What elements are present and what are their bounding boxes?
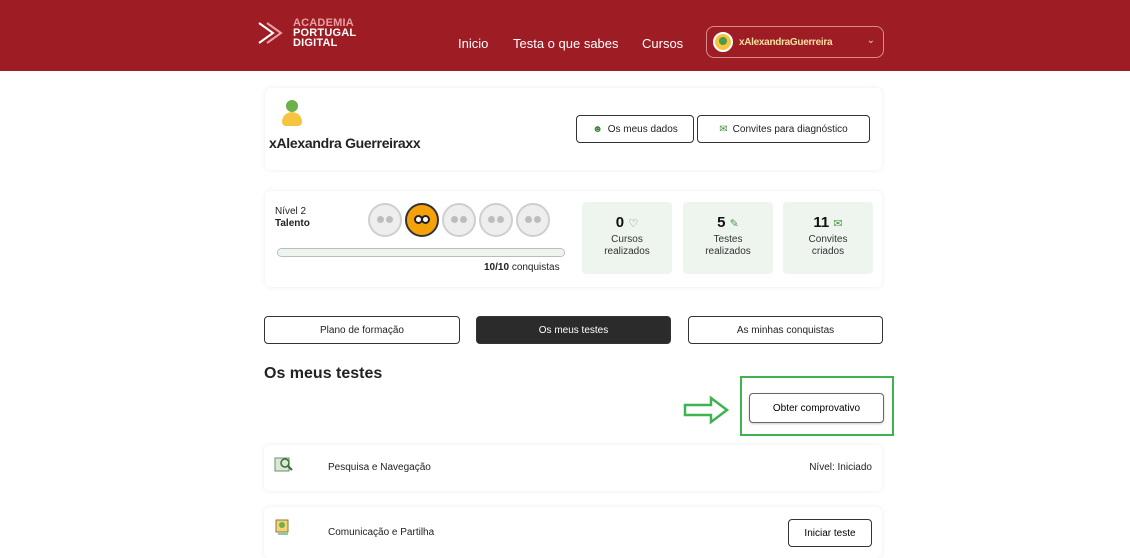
envelope-icon: ✉ [833,218,843,230]
test-name-pesquisa: Pesquisa e Navegação [328,462,431,473]
progress-fill [278,249,564,256]
nav-cursos[interactable]: Cursos [642,36,683,51]
face-level-2-icon [405,203,439,237]
stat-tests-value: 5 [717,214,726,231]
profile-avatar-icon [281,100,303,126]
tab-as-minhas-conquistas[interactable]: As minhas conquistas [688,316,883,344]
nav-testa-o-que-sabes[interactable]: Testa o que sabes [513,36,619,51]
user-avatar-icon [713,32,733,52]
stat-invites-label-1: Convites [808,234,848,245]
search-map-icon [274,457,293,472]
achievements-progress-bar [277,248,565,257]
logo-line-3: DIGITAL [293,37,338,49]
level-info: Nível 2 Talento [275,206,310,230]
test-row-comunicacao: Comunicação e Partilha Iniciar teste [264,507,882,558]
nav-inicio[interactable]: Inicio [458,36,488,51]
tab-plano-de-formacao[interactable]: Plano de formação [264,316,460,344]
achievements-count-label: conquistas [511,262,560,273]
communication-icon [275,519,289,535]
level-number: Nível 2 [275,206,307,217]
envelope-icon: ✉ [719,123,728,135]
logo-chevron-icon [258,22,283,44]
tab-os-meus-testes[interactable]: Os meus testes [476,316,671,344]
face-level-5-icon [516,203,550,237]
achievements-count: 10/10 conquistas [484,262,560,273]
profile-card: xAlexandra Guerreiraxx ☻ Os meus dados ✉… [265,88,882,170]
logo-text: ACADEMIA PORTUGAL DIGITAL [293,18,356,49]
user-menu-button[interactable]: xAlexandraGuerreira ⌄ [706,26,884,58]
pencil-icon: ✎ [729,218,739,230]
stat-courses-value: 0 [615,214,625,231]
graduation-cap-icon: ♡ [628,218,639,230]
diagnostic-invites-button[interactable]: ✉ Convites para diagnóstico [697,115,870,143]
user-name: xAlexandraGuerreira [739,36,833,48]
level-title: Talento [275,218,310,229]
test-status-pesquisa: Nível: Iniciado [809,462,872,473]
stat-invites: 11 ✉ Convites criados [783,202,873,274]
section-title: Os meus testes [264,365,383,382]
face-level-4-icon [479,203,513,237]
stat-courses-label-2: realizados [604,246,650,257]
test-row-pesquisa[interactable]: Pesquisa e Navegação Nível: Iniciado [264,445,882,491]
stat-courses: 0 ♡ Cursos realizados [582,202,672,274]
level-faces [368,203,550,237]
users-icon: ☻ [592,123,603,135]
test-name-comunicacao: Comunicação e Partilha [328,527,435,538]
stats-card: Nível 2 Talento 10/10 conquistas 0 ♡ Cur… [265,191,882,287]
start-test-button[interactable]: Iniciar teste [788,519,872,547]
stat-tests: 5 ✎ Testes realizados [683,202,773,274]
chevron-down-icon: ⌄ [866,35,875,46]
stat-invites-label-2: criados [811,246,845,257]
arrow-right-icon [683,395,730,425]
achievements-count-value: 10/10 [484,262,510,273]
profile-name: xAlexandra Guerreiraxx [269,135,421,151]
stat-tests-label-2: realizados [705,246,751,257]
get-certificate-button[interactable]: Obter comprovativo [749,393,884,423]
stat-tests-label-1: Testes [713,234,743,245]
top-header: ACADEMIA PORTUGAL DIGITAL Inicio Testa o… [0,0,1130,71]
diagnostic-invites-label: Convites para diagnóstico [732,123,848,135]
stat-invites-value: 11 [813,214,830,231]
logo[interactable]: ACADEMIA PORTUGAL DIGITAL [257,18,356,49]
stat-courses-label-1: Cursos [611,234,643,245]
my-data-button[interactable]: ☻ Os meus dados [576,115,694,143]
face-level-1-icon [368,203,402,237]
face-level-3-icon [442,203,476,237]
my-data-label: Os meus dados [607,123,678,135]
